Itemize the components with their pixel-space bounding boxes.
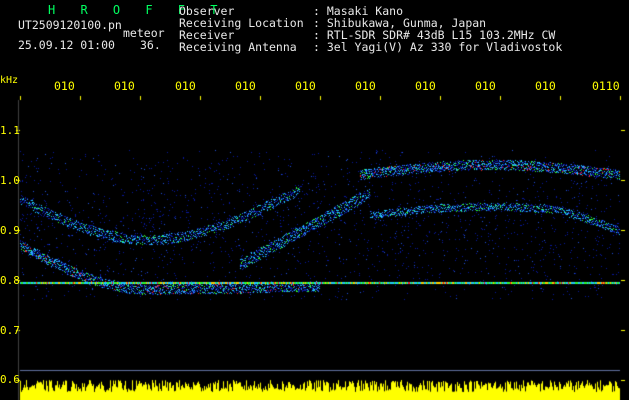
observation-datetime: 25.09.12 01:00 <box>18 38 115 52</box>
x-tick-label: 010 <box>535 79 556 93</box>
x-tick-label: 010 <box>355 79 376 93</box>
y-tick-label: 1.0 <box>0 174 20 187</box>
file-name: UT2509120100.pn <box>18 18 122 32</box>
spectrogram-canvas <box>0 0 629 400</box>
antenna-label: Receiving Antenna <box>179 40 297 54</box>
y-axis-unit: kHz <box>0 75 19 86</box>
antenna-value: : 3el Yagi(V) Az 330 for Vladivostok <box>313 40 563 54</box>
y-tick-label: 0.9 <box>0 224 20 237</box>
y-tick-label: 0.8 <box>0 274 20 287</box>
x-tick-label: 010 <box>475 79 496 93</box>
x-tick-label: 010 <box>114 79 135 93</box>
y-tick-label: 0.6 <box>0 373 20 386</box>
x-tick-label: 010 <box>415 79 436 93</box>
x-tick-label: 010 <box>295 79 316 93</box>
y-tick-label: 1.1 <box>0 124 20 137</box>
x-tick-label: 010 <box>54 79 75 93</box>
x-tick-label: 0110 <box>592 79 620 93</box>
y-tick-label: 0.7 <box>0 324 20 337</box>
meteor-count: 36. <box>140 38 161 52</box>
x-tick-label: 010 <box>175 79 196 93</box>
x-tick-label: 010 <box>235 79 256 93</box>
